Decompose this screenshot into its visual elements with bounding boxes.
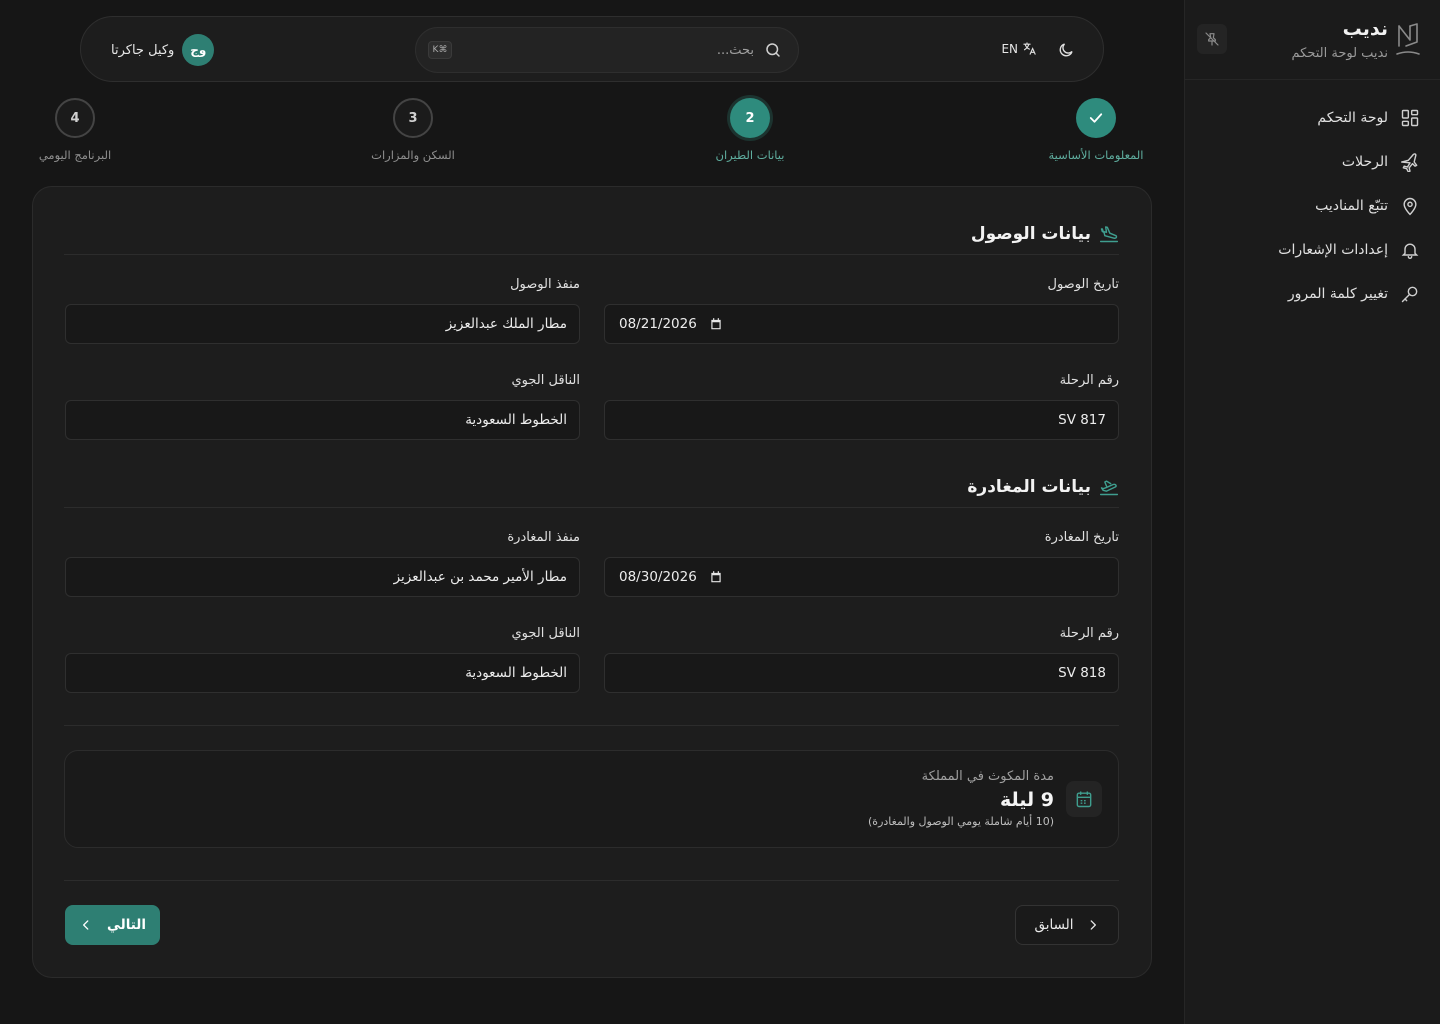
- sidebar-item-notifications[interactable]: إعدادات الإشعارات: [1184, 228, 1440, 272]
- departure-date-value: 08/30/2026: [619, 569, 723, 585]
- divider: [64, 725, 1119, 726]
- step-flight-info[interactable]: 2 بيانات الطيران: [680, 98, 820, 162]
- departure-port-value: مطار الأمير محمد بن عبدالعزيز: [393, 569, 567, 585]
- sidebar-item-label: لوحة التحكم: [1317, 110, 1388, 126]
- stay-duration-box: مدة المكوث في المملكة 9 ليلة (10 أيام شا…: [64, 750, 1119, 848]
- bell-icon: [1401, 243, 1419, 259]
- plane-icon: [1400, 153, 1418, 172]
- sidebar-item-dashboard[interactable]: لوحة التحكم: [1184, 96, 1440, 140]
- moon-icon: [1059, 43, 1073, 57]
- step-housing[interactable]: 3 السكن والمزارات: [343, 98, 483, 162]
- arrival-flight-field[interactable]: SV 817: [604, 400, 1119, 440]
- step-circle: 4: [55, 98, 95, 138]
- search-input[interactable]: [494, 28, 754, 72]
- departure-carrier-value: الخطوط السعودية: [465, 665, 567, 681]
- arrival-carrier-field[interactable]: الخطوط السعودية: [65, 400, 580, 440]
- calendar-picker-icon[interactable]: [709, 570, 723, 584]
- arrival-flight-label: رقم الرحلة: [1059, 373, 1119, 388]
- departure-flight-value: SV 818: [1058, 665, 1106, 681]
- plane-landing-icon: [1099, 225, 1119, 242]
- departure-section-header: بيانات المغادرة: [64, 466, 1119, 508]
- arrival-port-field[interactable]: مطار الملك عبدالعزيز: [65, 304, 580, 344]
- arrival-flight-value: SV 817: [1058, 412, 1106, 428]
- avatar: وج: [182, 34, 215, 66]
- brand-subtitle: نديب لوحة التحكم: [1291, 46, 1389, 61]
- theme-toggle-button[interactable]: [1057, 41, 1075, 59]
- arrival-section-header: بيانات الوصول: [64, 213, 1119, 255]
- next-button-label: التالي: [107, 917, 147, 933]
- arrival-port-value: مطار الملك عبدالعزيز: [445, 316, 567, 332]
- sidebar-item-tracking[interactable]: تتبّع المناديب: [1184, 184, 1440, 228]
- sidebar-brand: نديب نديب لوحة التحكم: [1185, 0, 1440, 80]
- shortcut-badge: K⌘: [428, 41, 452, 59]
- brand-title: نديب: [1342, 18, 1388, 40]
- calendar-picker-icon[interactable]: [709, 317, 723, 331]
- step-circle: 2: [730, 98, 770, 138]
- step-basic-info[interactable]: المعلومات الأساسية: [1026, 98, 1166, 162]
- search-box: K⌘: [415, 27, 799, 73]
- divider: [64, 880, 1119, 881]
- departure-date-field[interactable]: 08/30/2026: [604, 557, 1119, 597]
- calendar-icon: [1066, 781, 1102, 817]
- departure-section-title: بيانات المغادرة: [967, 476, 1091, 497]
- chevron-right-icon: [1090, 920, 1096, 930]
- sidebar-item-label: تتبّع المناديب: [1315, 198, 1388, 214]
- step-daily-program[interactable]: 4 البرنامج اليومي: [5, 98, 145, 162]
- step-circle: [1076, 98, 1116, 138]
- map-pin-icon: [1403, 197, 1417, 216]
- topbar: EN K⌘ وج وكيل جاكرتا: [80, 16, 1104, 82]
- chevron-left-icon: [83, 920, 89, 930]
- departure-carrier-field[interactable]: الخطوط السعودية: [65, 653, 580, 693]
- arrival-port-label: منفذ الوصول: [510, 277, 580, 292]
- step-label: البرنامج اليومي: [38, 148, 112, 162]
- search-icon: [764, 41, 782, 59]
- departure-flight-label: رقم الرحلة: [1059, 626, 1119, 641]
- plane-takeoff-icon: [1099, 479, 1119, 495]
- departure-date-label: تاريخ المغادرة: [1044, 530, 1119, 545]
- pin-sidebar-button[interactable]: [1197, 24, 1227, 54]
- step-label: بيانات الطيران: [715, 148, 785, 162]
- sidebar-nav: لوحة التحكم الرحلات تتبّع المناديب إعداد…: [1184, 96, 1440, 316]
- step-circle: 3: [393, 98, 433, 138]
- user-name: وكيل جاكرتا: [111, 42, 175, 58]
- sidebar-item-label: إعدادات الإشعارات: [1278, 242, 1388, 258]
- flight-form-card: بيانات الوصول تاريخ الوصول 08/21/2026 من…: [32, 186, 1152, 978]
- grid-icon: [1401, 109, 1419, 127]
- sidebar-item-change-password[interactable]: تغيير كلمة المرور: [1184, 272, 1440, 316]
- key-icon: [1401, 286, 1418, 303]
- user-menu[interactable]: وج وكيل جاكرتا: [111, 34, 215, 66]
- arrival-section-title: بيانات الوصول: [970, 223, 1091, 244]
- departure-date-text: 08/30/2026: [619, 569, 697, 585]
- arrival-date-text: 08/21/2026: [619, 316, 697, 332]
- step-label: المعلومات الأساسية: [1048, 148, 1144, 162]
- step-label: السكن والمزارات: [371, 148, 455, 162]
- sidebar-item-trips[interactable]: الرحلات: [1184, 140, 1440, 184]
- check-icon: [1089, 113, 1103, 123]
- departure-flight-field[interactable]: SV 818: [604, 653, 1119, 693]
- arrival-carrier-label: الناقل الجوي: [511, 373, 580, 388]
- next-button[interactable]: التالي: [65, 905, 160, 945]
- arrival-carrier-value: الخطوط السعودية: [465, 412, 567, 428]
- sidebar-item-label: تغيير كلمة المرور: [1287, 286, 1388, 302]
- departure-carrier-label: الناقل الجوي: [511, 626, 580, 641]
- stay-duration-value: 9 ليلة: [999, 789, 1054, 811]
- previous-button[interactable]: السابق: [1015, 905, 1119, 945]
- stay-duration-label: مدة المكوث في المملكة: [921, 769, 1054, 784]
- arrival-date-value: 08/21/2026: [619, 316, 723, 332]
- sidebar: نديب نديب لوحة التحكم لوحة التحكم الرحلا…: [1184, 0, 1440, 1024]
- pin-off-icon: [1205, 32, 1219, 46]
- language-toggle-button[interactable]: EN: [1001, 41, 1037, 56]
- previous-button-label: السابق: [1034, 917, 1074, 933]
- stay-duration-note: (10 أيام شاملة يومي الوصول والمغادرة): [868, 815, 1054, 828]
- language-label: EN: [1001, 41, 1018, 56]
- logo-icon: [1394, 20, 1422, 60]
- translate-icon: [1023, 42, 1036, 55]
- arrival-date-label: تاريخ الوصول: [1047, 277, 1120, 292]
- arrival-date-field[interactable]: 08/21/2026: [604, 304, 1119, 344]
- departure-port-label: منفذ المغادرة: [507, 530, 580, 545]
- sidebar-item-label: الرحلات: [1341, 154, 1388, 170]
- departure-port-field[interactable]: مطار الأمير محمد بن عبدالعزيز: [65, 557, 580, 597]
